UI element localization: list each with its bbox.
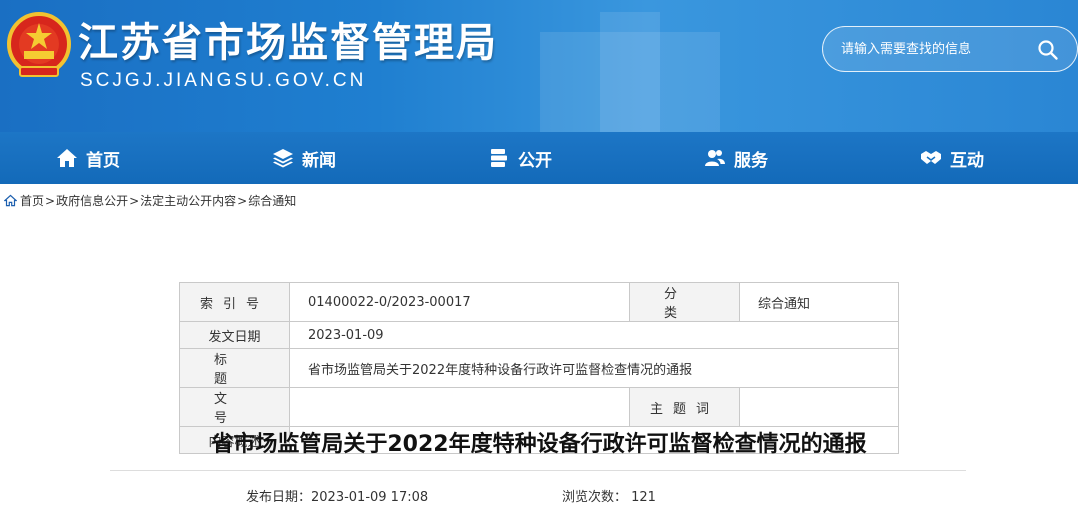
nav-item-label: 互动 [950, 150, 984, 171]
index-label: 索引号 [179, 282, 290, 322]
date-value: 2023-01-09 [289, 321, 899, 349]
handshake-icon [921, 151, 941, 164]
nav-item-label: 公开 [518, 150, 552, 171]
doc-no-value [289, 387, 630, 427]
category-label: 分类 [629, 282, 740, 322]
national-emblem-icon [7, 12, 71, 77]
nav-item-service[interactable]: 服务 [704, 132, 768, 184]
stack-icon [491, 149, 507, 167]
article-title: 省市场监管局关于2022年度特种设备行政许可监督检查情况的通报 [211, 432, 867, 457]
search-icon[interactable] [1037, 39, 1059, 61]
view-count: 浏览次数： 121 [562, 490, 656, 505]
breadcrumb-link-notice[interactable]: 综合通知 [248, 192, 296, 209]
nav-item-open[interactable]: 公开 [488, 132, 552, 184]
nav-item-label: 服务 [734, 150, 768, 171]
site-header: 江苏省市场监督管理局 SCJGJ.JIANGSU.GOV.CN [0, 0, 1078, 132]
doc-no-label: 文号 [179, 387, 290, 427]
title-divider [110, 470, 966, 471]
index-value: 01400022-0/2023-00017 [289, 282, 630, 322]
site-domain: SCJGJ.JIANGSU.GOV.CN [80, 70, 367, 91]
nav-item-home[interactable]: 首页 [56, 132, 120, 184]
search-input[interactable] [841, 37, 1026, 61]
main-nav: 首页 新闻 公开 服务 互动 [0, 132, 1078, 184]
publish-date: 发布日期：2023-01-09 17:08 [246, 490, 429, 505]
subject-label: 主题词 [629, 387, 740, 427]
subject-value [739, 387, 899, 427]
table-row: 发文日期 2023-01-09 [179, 321, 899, 349]
breadcrumb-link-statutory[interactable]: 法定主动公开内容 [140, 192, 236, 209]
home-icon [4, 194, 17, 207]
category-value: 综合通知 [739, 282, 899, 322]
breadcrumb-link-home[interactable]: 首页 [20, 192, 44, 209]
nav-item-interact[interactable]: 互动 [920, 132, 984, 184]
skyline-decoration [600, 12, 660, 132]
nav-item-label: 首页 [86, 150, 120, 171]
title-value: 省市场监管局关于2022年度特种设备行政许可监督检查情况的通报 [289, 348, 899, 388]
nav-item-news[interactable]: 新闻 [272, 132, 336, 184]
title-label: 标题 [179, 348, 290, 388]
breadcrumb-separator: > [45, 193, 56, 208]
layers-icon [273, 149, 293, 168]
breadcrumb-separator: > [237, 193, 248, 208]
search-box [822, 26, 1078, 72]
site-title: 江苏省市场监督管理局 [78, 20, 498, 66]
users-icon [705, 150, 725, 166]
table-row: 标题 省市场监管局关于2022年度特种设备行政许可监督检查情况的通报 [179, 348, 899, 388]
breadcrumb: 首页 > 政府信息公开 > 法定主动公开内容 > 综合通知 [4, 192, 296, 209]
breadcrumb-link-gov-info[interactable]: 政府信息公开 [56, 192, 128, 209]
home-icon [57, 149, 77, 167]
date-label: 发文日期 [179, 321, 290, 349]
table-row: 文号 主题词 [179, 387, 899, 427]
breadcrumb-separator: > [129, 193, 140, 208]
table-row: 索引号 01400022-0/2023-00017 分类 综合通知 [179, 282, 899, 322]
nav-item-label: 新闻 [302, 150, 336, 171]
